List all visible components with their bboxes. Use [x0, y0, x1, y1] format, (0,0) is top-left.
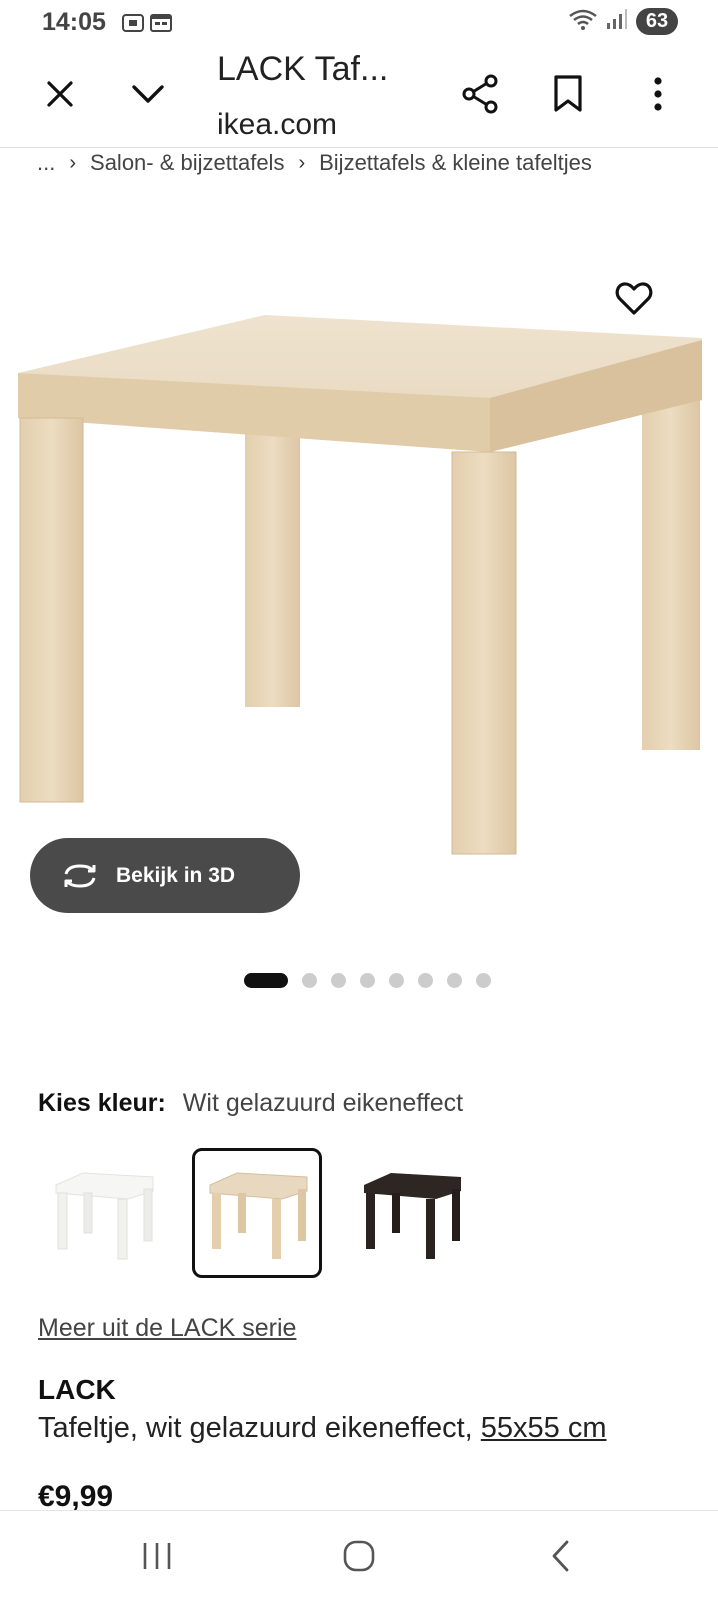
pager-dot[interactable] [330, 973, 346, 988]
pager-dot[interactable] [446, 973, 462, 988]
rotate-3d-icon [64, 863, 96, 888]
breadcrumb-separator: › [69, 151, 77, 174]
breadcrumb-item-bijzettafels[interactable]: Bijzettafels & kleine tafeltjes [319, 150, 592, 176]
series-link[interactable]: Meer uit de LACK serie [38, 1314, 296, 1343]
share-icon [462, 74, 498, 114]
back-icon [552, 1540, 569, 1572]
collapse-button[interactable] [126, 72, 170, 116]
view-3d-label: Bekijk in 3D [116, 863, 236, 887]
back-button[interactable] [536, 1533, 586, 1579]
status-bar: 14:05 63 [0, 0, 718, 48]
color-swatches [38, 1148, 476, 1278]
swatch-black-brown[interactable] [346, 1148, 476, 1278]
share-button[interactable] [458, 72, 502, 116]
status-time: 14:05 [42, 8, 106, 36]
status-icons-left [122, 13, 172, 38]
pager-dot[interactable] [388, 973, 404, 988]
table-thumbnail-white [55, 1172, 154, 1260]
product-description: Tafeltje, wit gelazuurd eikeneffect, 55x… [38, 1412, 607, 1445]
view-3d-button[interactable]: Bekijk in 3D [30, 838, 300, 913]
calendar-icon [150, 13, 172, 38]
close-icon [47, 81, 73, 107]
bookmark-icon [554, 75, 582, 112]
color-value: Wit gelazuurd eikeneffect [182, 1089, 464, 1117]
page-title: LACK Taf... [217, 50, 389, 88]
pager-dot[interactable] [417, 973, 433, 988]
product-description-text: Tafeltje, wit gelazuurd eikeneffect, [38, 1412, 473, 1444]
more-vert-icon [654, 77, 662, 111]
pager-dot-active[interactable] [243, 973, 288, 988]
screenshot-icon [122, 13, 144, 38]
product-name: LACK [38, 1374, 116, 1405]
browser-toolbar: LACK Taf... ikea.com [0, 48, 718, 148]
wifi-icon [568, 8, 598, 35]
pager-dot[interactable] [359, 973, 375, 988]
product-size-link[interactable]: 55x55 cm [481, 1412, 607, 1444]
color-label: Kies kleur: [38, 1089, 166, 1117]
home-button[interactable] [334, 1533, 384, 1579]
recent-apps-button[interactable] [132, 1533, 182, 1579]
more-options-button[interactable] [636, 72, 680, 116]
product-price: €9,99 [38, 1480, 114, 1510]
status-icons-right: 63 [568, 8, 678, 35]
image-pager [0, 973, 718, 988]
table-thumbnail-oak [209, 1172, 308, 1259]
signal-icon [606, 8, 628, 35]
breadcrumb-separator: › [298, 151, 306, 174]
pager-dot[interactable] [301, 973, 317, 988]
breadcrumb-item-salon[interactable]: Salon- & bijzettafels [90, 150, 284, 176]
color-selection-row: Kies kleur: Wit gelazuurd eikeneffect [38, 1089, 463, 1118]
chevron-down-icon [132, 85, 164, 103]
favorite-button[interactable] [614, 278, 654, 318]
close-button[interactable] [38, 72, 82, 116]
heart-icon [615, 282, 653, 315]
breadcrumb-item-ellipsis[interactable]: ... [37, 150, 55, 176]
swatch-white[interactable] [38, 1148, 168, 1278]
pager-dot[interactable] [475, 973, 491, 988]
table-thumbnail-black-brown [364, 1173, 461, 1259]
page-domain: ikea.com [217, 108, 338, 141]
bookmark-button[interactable] [546, 72, 590, 116]
system-nav-bar [0, 1510, 718, 1600]
battery-indicator: 63 [636, 8, 678, 35]
recent-apps-icon [143, 1543, 171, 1569]
swatch-white-oak[interactable] [192, 1148, 322, 1278]
breadcrumb: ... › Salon- & bijzettafels › Bijzettafe… [37, 150, 592, 176]
home-icon [343, 1540, 375, 1572]
